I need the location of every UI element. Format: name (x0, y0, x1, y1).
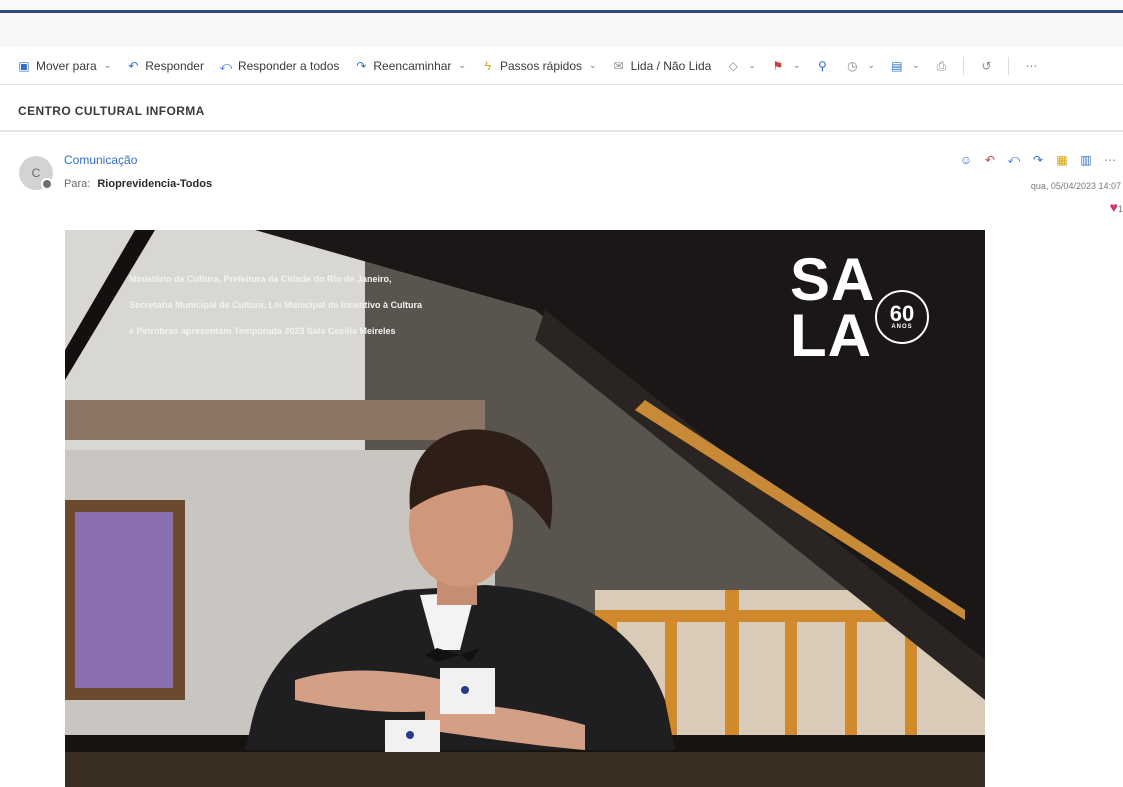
folder-move-icon: ▣ (18, 58, 30, 73)
sender-name[interactable]: Comunicação (64, 153, 137, 167)
quick-steps-button[interactable]: ϟ Passos rápidos ⌄ (480, 59, 597, 73)
top-spacer (0, 13, 1123, 47)
snooze-button[interactable]: ◷ ⌄ (844, 59, 875, 73)
message-subject: CENTRO CULTURAL INFORMA (18, 104, 205, 118)
reply-all-icon[interactable]: ⤺ (1007, 152, 1021, 167)
move-icon: ▤ (891, 58, 903, 73)
reply-icon[interactable]: ↶ (983, 153, 997, 167)
recipient-name[interactable]: Rioprevidencia-Todos (97, 178, 212, 190)
poster-image: Ministério da Cultura, Prefeitura da Cid… (65, 230, 985, 787)
chevron-down-icon: ⌄ (458, 60, 466, 70)
calendar-icon[interactable]: ▥ (1079, 153, 1093, 167)
chevron-down-icon: ⌄ (792, 60, 801, 70)
clock-icon: ◷ (847, 58, 858, 73)
reply-icon: ↶ (128, 58, 139, 73)
to-label: Para: (64, 178, 91, 190)
subject-bar: CENTRO CULTURAL INFORMA (0, 92, 1123, 132)
pin-icon: ⚲ (817, 58, 827, 73)
flag-button[interactable]: ⚑ ⌄ (770, 58, 801, 73)
chevron-down-icon: ⌄ (748, 60, 756, 70)
sala-logo: SA LA 60 ANOS (790, 250, 930, 372)
heart-icon: ♥ (1109, 199, 1118, 215)
reply-all-button[interactable]: ⤺ Responder a todos (218, 58, 340, 73)
reaction-count: 1 (1117, 204, 1123, 214)
more-icon: ⋯ (1025, 58, 1038, 73)
more-options-button[interactable]: ⋯ (1023, 59, 1039, 73)
avatar-status-icon (41, 178, 53, 190)
flag-icon: ⚑ (772, 58, 784, 73)
forward-button[interactable]: ↷ Reencaminhar ⌄ (353, 59, 466, 73)
toolbar-divider (1008, 56, 1010, 75)
apps-icon[interactable]: ▦ (1055, 153, 1069, 167)
print-button[interactable]: ⎙ (933, 59, 949, 73)
message-actions: ☺ ↶ ⤺ ↷ ▦ ▥ ⋯ (959, 152, 1117, 167)
reply-all-icon: ⤺ (219, 58, 233, 73)
reply-button[interactable]: ↶ Responder (125, 59, 204, 73)
print-icon: ⎙ (936, 58, 947, 73)
undo-button[interactable]: ↺ (978, 59, 994, 73)
chevron-down-icon: ⌄ (911, 60, 920, 70)
message-date: qua, 05/04/2023 14:07 (1030, 181, 1121, 191)
reaction-badge[interactable]: ♥1 (1110, 199, 1123, 215)
toolbar-divider (963, 56, 965, 75)
poster-credits: Ministério da Cultura, Prefeitura da Cid… (129, 274, 423, 336)
lightning-icon: ϟ (484, 58, 492, 73)
tag-button[interactable]: ◇ ⌄ (725, 59, 756, 73)
more-icon[interactable]: ⋯ (1103, 153, 1117, 167)
undo-icon: ↺ (981, 58, 992, 73)
move-button[interactable]: ▤ ⌄ (889, 58, 920, 73)
message-toolbar: ▣ Mover para ⌄ ↶ Responder ⤺ Responder a… (0, 47, 1123, 85)
tag-icon: ◇ (728, 58, 738, 73)
envelope-icon: ✉ (613, 58, 624, 73)
emoji-react-icon[interactable]: ☺ (959, 153, 973, 167)
read-unread-button[interactable]: ✉ Lida / Não Lida (611, 59, 712, 73)
chevron-down-icon: ⌄ (103, 60, 112, 70)
anniversary-badge: 60 ANOS (875, 290, 929, 344)
move-to-button[interactable]: ▣ Mover para ⌄ (16, 59, 111, 73)
pin-button[interactable]: ⚲ (814, 59, 830, 73)
forward-icon[interactable]: ↷ (1031, 153, 1045, 167)
chevron-down-icon: ⌄ (867, 60, 875, 70)
forward-icon: ↷ (356, 58, 367, 73)
chevron-down-icon: ⌄ (589, 60, 597, 70)
recipient-line: Para: Rioprevidencia-Todos (64, 178, 212, 190)
